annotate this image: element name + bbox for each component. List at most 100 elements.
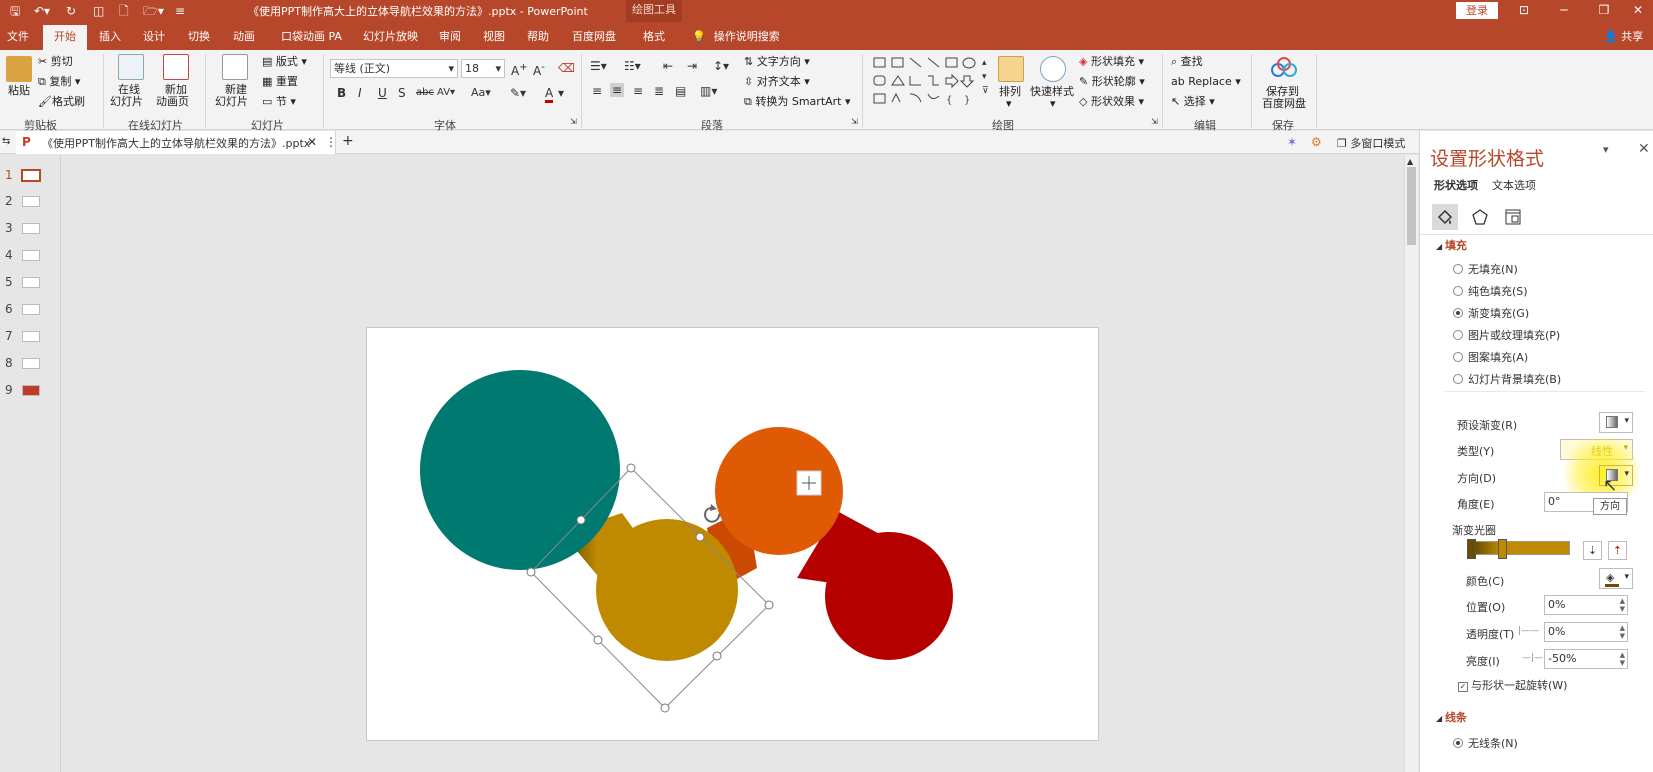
spinner-icon[interactable]: ▲ ▼ <box>1620 651 1625 667</box>
radio-pattern-fill[interactable]: 图案填充(A) <box>1453 349 1528 365</box>
tab-help[interactable]: 帮助 <box>527 28 549 44</box>
bullets-icon[interactable]: ☰▾ <box>590 59 607 73</box>
bold-icon[interactable]: B <box>337 86 346 100</box>
tab-text-options[interactable]: 文本选项 <box>1492 177 1536 193</box>
dialog-launcher-icon[interactable]: ⇲ <box>570 115 577 129</box>
highlight-icon[interactable]: ✎▾ <box>510 86 526 100</box>
slide-thumbnail-8[interactable] <box>22 358 40 369</box>
font-color-icon[interactable]: A <box>545 86 554 103</box>
gradient-stops-bar[interactable] <box>1470 541 1570 555</box>
open-icon[interactable]: 🗁▾ <box>143 3 164 19</box>
font-name-select[interactable]: 等线 (正文) ▾ <box>330 59 458 78</box>
slide-thumbnail-5[interactable] <box>22 277 40 288</box>
login-button[interactable]: 登录 <box>1456 2 1498 19</box>
minimize-icon[interactable]: ─ <box>1554 2 1574 18</box>
chevron-down-icon[interactable]: ▾ <box>558 86 564 100</box>
radio-no-line[interactable]: 无线条(N) <box>1453 735 1518 751</box>
tab-menu-icon[interactable]: ⇆ <box>2 135 10 149</box>
new-file-icon[interactable]: 🗋 <box>119 3 129 19</box>
transparency-slider[interactable]: |—— <box>1518 626 1539 636</box>
size-properties-icon[interactable] <box>1500 204 1526 230</box>
underline-icon[interactable]: U <box>378 86 387 100</box>
magic-icon[interactable]: ✶ <box>1287 135 1297 149</box>
tab-view[interactable]: 视图 <box>483 28 505 44</box>
ribbon-display-icon[interactable]: ⊡ <box>1514 2 1534 18</box>
pane-close-icon[interactable]: ✕ <box>1638 141 1650 157</box>
effects-icon[interactable] <box>1467 204 1493 230</box>
tab-shape-options[interactable]: 形状选项 <box>1434 177 1478 193</box>
slide-thumbnail-1[interactable] <box>21 169 41 182</box>
paste-button[interactable]: 粘贴 <box>8 84 30 98</box>
brightness-input[interactable]: -50% ▲ ▼ <box>1544 649 1628 669</box>
save-icon[interactable]: 🖫 <box>10 3 20 19</box>
customize-qat-icon[interactable]: ≡ <box>175 3 185 19</box>
red-circle[interactable] <box>825 532 953 660</box>
select-button[interactable]: ↖ 选择 ▾ <box>1171 95 1215 109</box>
position-input[interactable]: 0% ▲ ▼ <box>1544 595 1628 615</box>
slide-thumbnail-9[interactable] <box>22 385 40 396</box>
rotate-with-shape-checkbox[interactable]: ✓ 与形状一起旋转(W) <box>1458 677 1567 693</box>
spinner-icon[interactable]: ▲ ▼ <box>1620 597 1625 613</box>
remove-stop-icon[interactable]: ⇡ <box>1608 541 1627 560</box>
new-animation-label-2[interactable]: 动画页 <box>156 95 189 109</box>
fill-line-icon[interactable] <box>1432 204 1458 230</box>
slide-thumbnail-4[interactable] <box>22 250 40 261</box>
layout-button[interactable]: ▤ 版式 ▾ <box>262 55 307 69</box>
tab-slideshow[interactable]: 幻灯片放映 <box>363 28 418 44</box>
tab-design[interactable]: 设计 <box>143 28 165 44</box>
clear-format-icon[interactable]: ⌫ <box>558 61 575 75</box>
numbering-icon[interactable]: ☷▾ <box>624 59 641 73</box>
slide[interactable] <box>366 327 1099 741</box>
replace-button[interactable]: ab Replace ▾ <box>1171 75 1241 89</box>
slide-thumbnail-3[interactable] <box>22 223 40 234</box>
shape-fill-button[interactable]: ◈ 形状填充 ▾ <box>1079 55 1144 69</box>
add-stop-icon[interactable]: ⇣ <box>1583 541 1602 560</box>
brightness-slider[interactable]: —|— <box>1522 653 1543 663</box>
baidu-cloud-icon[interactable] <box>1270 56 1298 80</box>
settings-icon[interactable]: ⚙ <box>1311 135 1322 149</box>
section-button[interactable]: ▭ 节 ▾ <box>262 95 296 109</box>
online-slides-icon[interactable] <box>118 54 144 80</box>
color-picker-button[interactable]: ◈ ▾ <box>1599 568 1633 589</box>
radio-no-fill[interactable]: 无填充(N) <box>1453 261 1518 277</box>
dialog-launcher-icon[interactable]: ⇲ <box>1151 115 1158 129</box>
spinner-icon[interactable]: ▲ ▼ <box>1620 624 1625 640</box>
tab-home[interactable]: 开始 <box>43 25 87 50</box>
decrease-font-icon[interactable]: A- <box>533 61 545 78</box>
gold-circle[interactable] <box>596 519 738 661</box>
slide-thumbnail-2[interactable] <box>22 196 40 207</box>
gradient-stop-handle[interactable] <box>1498 539 1507 559</box>
new-slide-icon[interactable] <box>222 54 248 80</box>
tab-format[interactable]: 格式 <box>643 28 665 44</box>
copy-button[interactable]: ⧉ 复制 ▾ <box>38 75 80 89</box>
new-animation-icon[interactable] <box>163 54 189 80</box>
pane-options-icon[interactable]: ▾ <box>1603 143 1609 156</box>
new-slide-label-2[interactable]: 幻灯片 <box>215 95 248 109</box>
fill-section-header[interactable]: ◢ 填充 <box>1436 237 1467 253</box>
change-case-icon[interactable]: Aa▾ <box>471 86 491 100</box>
shapes-gallery[interactable]: {} <box>872 56 988 108</box>
vertical-scrollbar[interactable]: ▲ <box>1404 155 1418 772</box>
font-size-select[interactable]: 18 ▾ <box>461 59 505 78</box>
slide-thumbnail-7[interactable] <box>22 331 40 342</box>
save-baidu-label-2[interactable]: 百度网盘 <box>1262 97 1306 111</box>
undo-icon[interactable]: ↶▾ <box>34 3 50 19</box>
decrease-indent-icon[interactable]: ⇤ <box>663 59 673 73</box>
distribute-icon[interactable]: ▤ <box>675 84 686 98</box>
shadow-icon[interactable]: S <box>398 86 406 100</box>
online-slides-label-2[interactable]: 幻灯片 <box>110 95 143 109</box>
line-section-header[interactable]: ◢ 线条 <box>1436 709 1467 725</box>
radio-picture-fill[interactable]: 图片或纹理填充(P) <box>1453 327 1560 343</box>
shape-outline-button[interactable]: ✎ 形状轮廓 ▾ <box>1079 75 1145 89</box>
tell-me-search[interactable]: 💡 操作说明搜索 <box>692 28 780 44</box>
new-tab-icon[interactable]: + <box>342 134 354 148</box>
arrange-icon[interactable] <box>998 56 1024 82</box>
tab-transitions[interactable]: 切换 <box>188 28 210 44</box>
slide-thumbnail-6[interactable] <box>22 304 40 315</box>
strikethrough-icon[interactable]: abc <box>416 86 434 100</box>
reset-button[interactable]: ▦ 重置 <box>262 75 298 89</box>
radio-background-fill[interactable]: 幻灯片背景填充(B) <box>1453 371 1561 387</box>
increase-indent-icon[interactable]: ⇥ <box>687 59 697 73</box>
line-spacing-icon[interactable]: ↕▾ <box>713 59 729 73</box>
find-button[interactable]: ⌕ 查找 <box>1171 55 1203 69</box>
